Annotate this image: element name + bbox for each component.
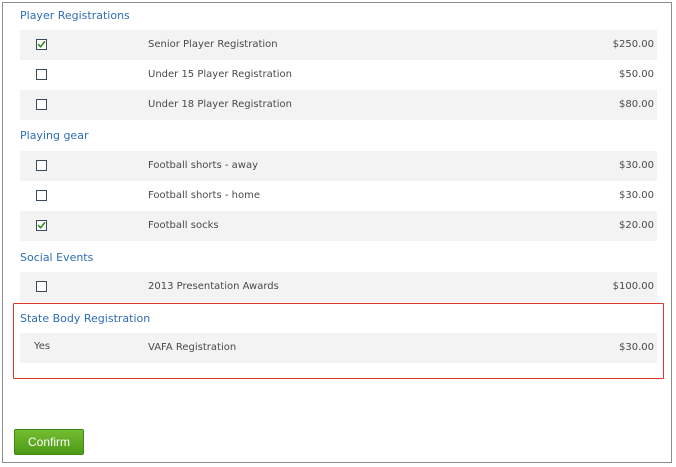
checkbox-box	[36, 69, 47, 80]
item-name: Under 18 Player Registration	[148, 99, 292, 110]
checkbox-senior-player-registration[interactable]	[36, 39, 47, 50]
checkbox-box	[36, 160, 47, 171]
item-price: $30.00	[619, 190, 654, 201]
item-price: $30.00	[619, 160, 654, 171]
checkbox-box	[36, 220, 47, 231]
item-name: Football socks	[148, 220, 219, 231]
checkmark-icon	[37, 41, 46, 48]
list-item-football-socks: Football socks $20.00	[20, 211, 657, 241]
checkbox-box	[36, 99, 47, 110]
section-title-playing-gear: Playing gear	[20, 129, 89, 142]
item-price: $80.00	[619, 99, 654, 110]
confirm-button[interactable]: Confirm	[14, 429, 84, 455]
list-item-football-shorts-home: Football shorts - home $30.00	[20, 181, 657, 211]
checkbox-football-shorts-away[interactable]	[36, 160, 47, 171]
item-price: $250.00	[612, 39, 654, 50]
list-item-2013-presentation-awards: 2013 Presentation Awards $100.00	[20, 272, 657, 302]
item-price: $50.00	[619, 69, 654, 80]
checkbox-under-15-player-registration[interactable]	[36, 69, 47, 80]
item-name: Under 15 Player Registration	[148, 69, 292, 80]
item-name: Senior Player Registration	[148, 39, 278, 50]
checkbox-football-socks[interactable]	[36, 220, 47, 231]
list-item-football-shorts-away: Football shorts - away $30.00	[20, 151, 657, 181]
item-price: $20.00	[619, 220, 654, 231]
item-name: 2013 Presentation Awards	[148, 281, 279, 292]
section-title-player-registrations: Player Registrations	[20, 9, 130, 22]
checkbox-under-18-player-registration[interactable]	[36, 99, 47, 110]
checkbox-box	[36, 190, 47, 201]
item-name: Football shorts - home	[148, 190, 260, 201]
checkbox-2013-presentation-awards[interactable]	[36, 281, 47, 292]
list-item-under-18-player-registration: Under 18 Player Registration $80.00	[20, 90, 657, 120]
list-item-under-15-player-registration: Under 15 Player Registration $50.00	[20, 60, 657, 90]
checkmark-icon	[37, 222, 46, 229]
list-item-senior-player-registration: Senior Player Registration $250.00	[20, 30, 657, 60]
checkbox-football-shorts-home[interactable]	[36, 190, 47, 201]
state-body-highlight-box	[13, 303, 664, 379]
section-title-social-events: Social Events	[20, 251, 94, 264]
item-price: $100.00	[612, 281, 654, 292]
checkbox-box	[36, 39, 47, 50]
item-name: Football shorts - away	[148, 160, 258, 171]
checkbox-box	[36, 281, 47, 292]
